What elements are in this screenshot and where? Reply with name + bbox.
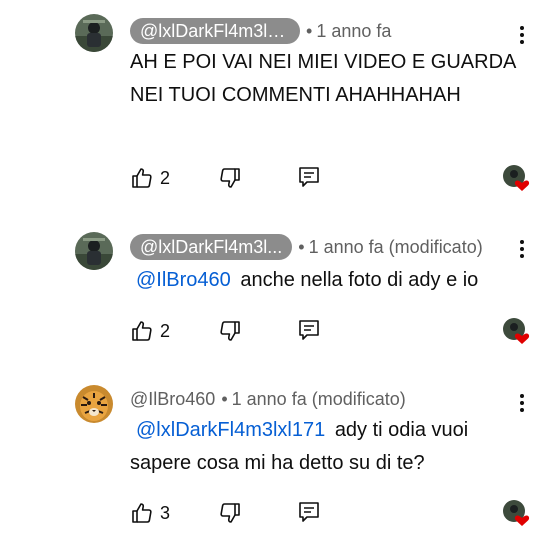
creator-heart-icon: [502, 317, 530, 345]
like-count: 2: [160, 167, 171, 188]
like-count: 3: [160, 502, 171, 523]
reply-icon: [299, 167, 319, 187]
comment-actions: 3: [130, 498, 530, 528]
comment-meta: @lxlDarkFl4m3lxl171 • 1 anno fa: [130, 18, 391, 44]
reply-button[interactable]: [298, 316, 320, 346]
like-button[interactable]: 2: [130, 163, 170, 193]
comment-actions: 2: [130, 163, 530, 193]
separator-dot: •: [306, 20, 313, 41]
more-vert-icon[interactable]: [512, 390, 532, 416]
dislike-icon: [220, 168, 240, 188]
comment-meta: @lxlDarkFl4m3l... • 1 anno fa (modificat…: [130, 234, 483, 260]
mention-link[interactable]: @lxlDarkFl4m3lxl171: [136, 419, 325, 441]
comment-text: AH E POI VAI NEI MIEI VIDEO E GUARDA NEI…: [130, 46, 530, 112]
reply-button[interactable]: [298, 498, 320, 528]
avatar[interactable]: [75, 232, 113, 270]
like-icon: [132, 503, 152, 523]
creator-heart-icon: [502, 499, 530, 527]
comment-actions: 2: [130, 316, 530, 346]
author-handle[interactable]: @IlBro460: [130, 389, 215, 410]
comment-body: anche nella foto di ady e io: [240, 269, 479, 291]
like-count: 2: [160, 320, 171, 341]
comment-text: @IlBro460 anche nella foto di ady e io: [130, 264, 530, 297]
comment-body: AH E POI VAI NEI MIEI VIDEO E GUARDA NEI…: [130, 51, 516, 106]
like-icon: [132, 321, 152, 341]
like-button[interactable]: 3: [130, 498, 170, 528]
mention-link[interactable]: @IlBro460: [136, 269, 231, 291]
author-handle[interactable]: @lxlDarkFl4m3lxl171: [130, 18, 300, 44]
reply-icon: [299, 320, 319, 340]
timestamp[interactable]: 1 anno fa (modificato): [309, 237, 483, 258]
dislike-button[interactable]: [218, 163, 242, 193]
comment-text: @lxlDarkFl4m3lxl171 ady ti odia vuoi sap…: [130, 414, 530, 480]
author-handle[interactable]: @lxlDarkFl4m3l...: [130, 234, 293, 260]
creator-heart-icon: [502, 164, 530, 192]
reply-button[interactable]: [298, 163, 320, 193]
timestamp[interactable]: 1 anno fa (modificato): [232, 389, 406, 410]
more-vert-icon[interactable]: [512, 22, 532, 48]
comment-meta: @IlBro460 • 1 anno fa (modificato): [130, 386, 406, 412]
more-vert-icon[interactable]: [512, 236, 532, 262]
separator-dot: •: [221, 388, 228, 409]
timestamp[interactable]: 1 anno fa: [316, 21, 391, 42]
dislike-icon: [220, 321, 240, 341]
like-button[interactable]: 2: [130, 316, 170, 346]
dislike-button[interactable]: [218, 498, 242, 528]
dislike-icon: [220, 503, 240, 523]
avatar[interactable]: [75, 14, 113, 52]
separator-dot: •: [298, 236, 305, 257]
dislike-button[interactable]: [218, 316, 242, 346]
like-icon: [132, 168, 152, 188]
avatar[interactable]: [75, 385, 113, 423]
reply-icon: [299, 502, 319, 522]
